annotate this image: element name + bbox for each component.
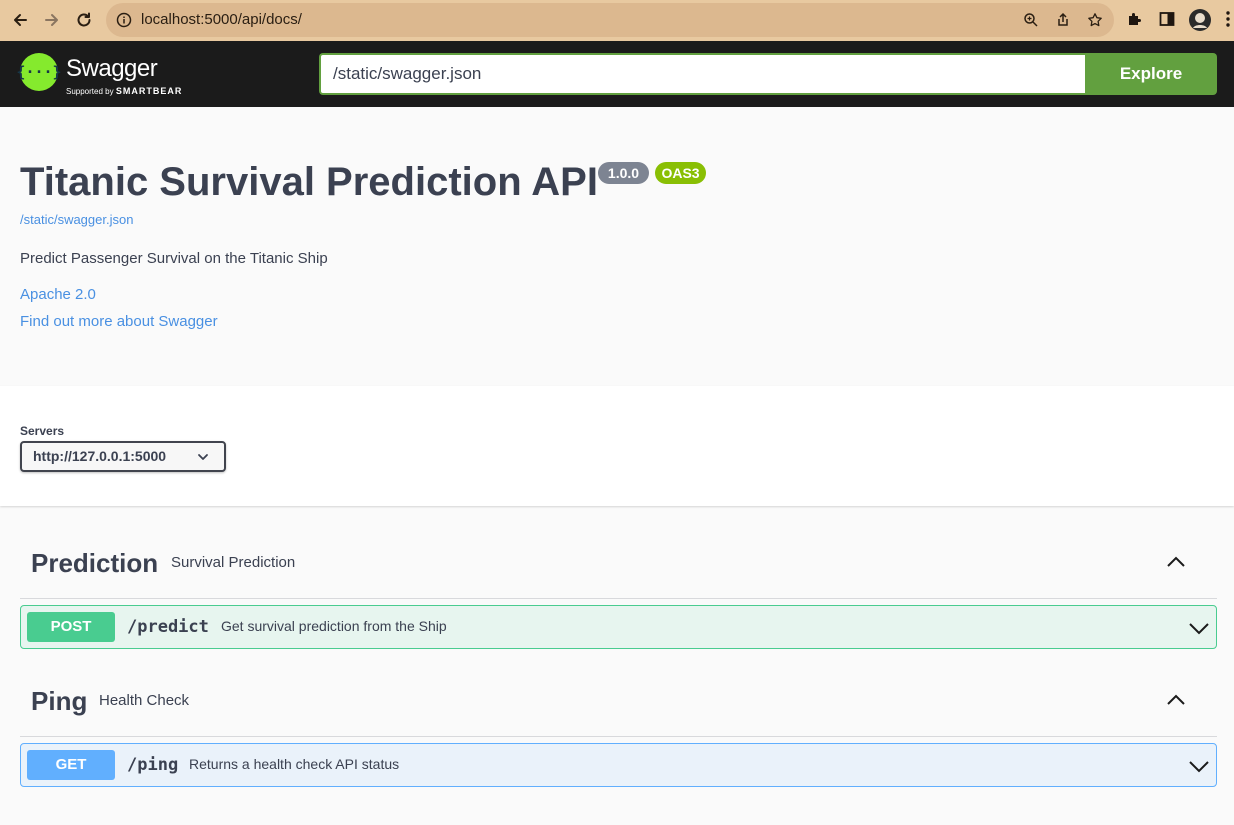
profile-icon[interactable]: [1188, 8, 1212, 32]
servers-selected-value: http://127.0.0.1:5000: [33, 448, 167, 464]
zoom-icon[interactable]: [1022, 11, 1040, 29]
chevron-down-icon[interactable]: [1188, 755, 1210, 777]
sidepanel-icon[interactable]: [1157, 9, 1177, 29]
share-icon[interactable]: [1054, 11, 1072, 29]
explore-button[interactable]: Explore: [1085, 53, 1217, 95]
method-badge: POST: [27, 612, 115, 642]
version-badge: 1.0.0: [598, 162, 649, 184]
tag-description: Survival Prediction: [171, 554, 296, 571]
operation-path: /ping: [127, 755, 179, 775]
spec-link[interactable]: /static/swagger.json: [20, 212, 133, 227]
oas-badge: OAS3: [655, 162, 706, 184]
info-icon[interactable]: [116, 12, 132, 28]
menu-icon[interactable]: [1222, 9, 1234, 29]
chevron-down-icon: [196, 450, 210, 464]
logo-subtitle: Supported by SMARTBEAR: [66, 86, 182, 96]
tag-name: Prediction: [31, 548, 159, 578]
servers-label: Servers: [20, 424, 65, 438]
operation-summary: Returns a health check API status: [189, 756, 400, 772]
back-icon[interactable]: [8, 8, 32, 32]
method-badge: GET: [27, 750, 115, 780]
operation-post-predict[interactable]: POST /predict Get survival prediction fr…: [20, 605, 1217, 649]
servers-section: Servers http://127.0.0.1:5000: [0, 386, 1234, 506]
tag-prediction[interactable]: Prediction Survival Prediction: [20, 543, 1217, 599]
logo-sub-prefix: Supported by: [66, 87, 114, 96]
tag-description: Health Check: [99, 692, 190, 709]
chevron-down-icon[interactable]: [1188, 617, 1210, 639]
api-description: Predict Passenger Survival on the Titani…: [20, 250, 328, 267]
external-docs-link[interactable]: Find out more about Swagger: [20, 313, 218, 330]
reload-icon[interactable]: [72, 8, 96, 32]
logo-sub-brand: SMARTBEAR: [115, 86, 183, 96]
page-title: Titanic Survival Prediction API: [20, 160, 598, 204]
star-icon[interactable]: [1086, 11, 1104, 29]
browser-toolbar: localhost:5000/api/docs/: [0, 0, 1234, 41]
spec-url-input[interactable]: /static/swagger.json: [319, 53, 1085, 95]
forward-icon[interactable]: [40, 8, 64, 32]
address-bar[interactable]: localhost:5000/api/docs/: [106, 3, 1114, 37]
puzzle-icon[interactable]: [1125, 9, 1145, 29]
logo-text[interactable]: Swagger: [66, 55, 158, 83]
operation-summary: Get survival prediction from the Ship: [221, 618, 447, 634]
license-link[interactable]: Apache 2.0: [20, 286, 96, 303]
swagger-logo-icon[interactable]: {···}: [16, 53, 62, 91]
tag-name: Ping: [31, 686, 88, 716]
chevron-up-icon[interactable]: [1165, 689, 1187, 711]
chevron-up-icon[interactable]: [1165, 551, 1187, 573]
operation-get-ping[interactable]: GET /ping Returns a health check API sta…: [20, 743, 1217, 787]
servers-select[interactable]: http://127.0.0.1:5000: [20, 441, 226, 472]
url-text: localhost:5000/api/docs/: [141, 11, 302, 28]
swagger-topbar: {···} Swagger Supported by SMARTBEAR /st…: [0, 41, 1234, 107]
tag-ping[interactable]: Ping Health Check: [20, 681, 1217, 737]
operation-path: /predict: [127, 617, 209, 637]
